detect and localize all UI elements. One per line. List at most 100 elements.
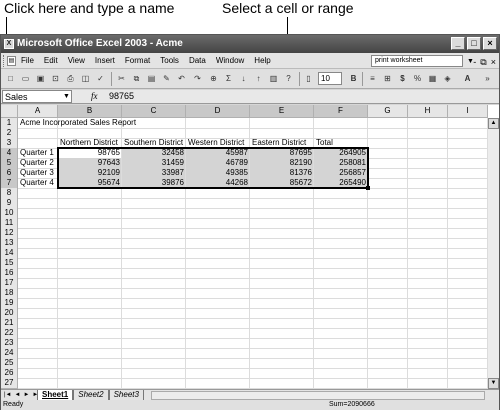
- menu-data[interactable]: Data: [189, 53, 206, 69]
- data-cell[interactable]: 39876: [122, 178, 186, 189]
- doc-close-button[interactable]: ×: [491, 54, 496, 70]
- font-color-icon[interactable]: A: [461, 72, 474, 85]
- sheet-tab-sheet2[interactable]: Sheet2: [73, 390, 109, 400]
- toolbar-separator: [299, 72, 300, 86]
- menu-window[interactable]: Window: [216, 53, 244, 69]
- column-header-d[interactable]: D: [186, 105, 250, 118]
- column-header-f[interactable]: F: [314, 105, 368, 118]
- next-sheet-icon[interactable]: ►: [23, 390, 29, 400]
- align-center-icon[interactable]: ≡: [366, 72, 379, 85]
- cell-e27[interactable]: [250, 378, 314, 389]
- menu-file[interactable]: File: [21, 53, 34, 69]
- menu-insert[interactable]: Insert: [95, 53, 115, 69]
- cell-b27[interactable]: [58, 378, 122, 389]
- copy-icon[interactable]: ⧉: [130, 72, 143, 85]
- permission-icon[interactable]: ⊡: [49, 72, 62, 85]
- doc-restore-button[interactable]: ⧉: [480, 54, 486, 70]
- cell-c27[interactable]: [122, 378, 186, 389]
- menu-view[interactable]: View: [68, 53, 85, 69]
- menu-edit[interactable]: Edit: [44, 53, 58, 69]
- column-header-c[interactable]: C: [122, 105, 186, 118]
- select-all-corner[interactable]: [1, 105, 18, 118]
- help-icon[interactable]: ?: [282, 72, 295, 85]
- maximize-button[interactable]: □: [467, 37, 481, 50]
- scroll-up-icon[interactable]: ▲: [488, 118, 499, 129]
- data-cell[interactable]: 95674: [58, 178, 122, 189]
- window-title: Microsoft Office Excel 2003 - Acme: [17, 38, 183, 49]
- merge-center-icon[interactable]: ⊞: [381, 72, 394, 85]
- doc-minimize-button[interactable]: -: [473, 54, 476, 70]
- menu-grip-handle[interactable]: [3, 55, 6, 67]
- vertical-scrollbar[interactable]: ▲ ▼: [487, 118, 499, 389]
- column-header-e[interactable]: E: [250, 105, 314, 118]
- row-label-cell[interactable]: Quarter 4: [18, 178, 58, 189]
- column-header-b[interactable]: B: [58, 105, 122, 118]
- status-sum: Sum=2090666: [329, 401, 375, 408]
- font-name-icon[interactable]: ▯: [302, 72, 315, 85]
- open-icon[interactable]: ▭: [19, 72, 32, 85]
- data-cell[interactable]: 85672: [250, 178, 314, 189]
- sort-ascending-icon[interactable]: ↓: [237, 72, 250, 85]
- toolbar-separator: [362, 72, 363, 86]
- format-painter-icon[interactable]: ✎: [160, 72, 173, 85]
- spelling-icon[interactable]: ✓: [94, 72, 107, 85]
- column-header-i[interactable]: I: [448, 105, 488, 118]
- sheet-tab-bar: |◄◄►►| Sheet1Sheet2Sheet3: [1, 389, 499, 400]
- save-icon[interactable]: ▣: [34, 72, 47, 85]
- print-preview-icon[interactable]: ◫: [79, 72, 92, 85]
- autosum-icon[interactable]: Σ: [222, 72, 235, 85]
- fill-handle[interactable]: [366, 186, 370, 190]
- scroll-down-icon[interactable]: ▼: [488, 378, 499, 389]
- font-size-select[interactable]: 10: [318, 72, 342, 85]
- redo-icon[interactable]: ↷: [191, 72, 204, 85]
- sheet-tabs: Sheet1 Sheet2 Sheet3: [37, 390, 144, 400]
- sort-descending-icon[interactable]: ↑: [252, 72, 265, 85]
- prev-sheet-icon[interactable]: ◄: [15, 390, 21, 400]
- borders-icon[interactable]: ▦: [426, 72, 439, 85]
- cell-f27[interactable]: [314, 378, 368, 389]
- data-cell[interactable]: 265490: [314, 178, 368, 189]
- undo-icon[interactable]: ↶: [175, 72, 188, 85]
- ask-question-box[interactable]: print worksheet: [371, 55, 463, 67]
- standard-toolbar: □ ▭ ▣ ⊡ ⎙ ◫ ✓ ✂ ⧉ ▤ ✎ ↶ ↷ ⊕ Σ ↓ ↑ ▥ ? ▯ …: [1, 69, 499, 89]
- data-cell[interactable]: 44268: [186, 178, 250, 189]
- hyperlink-icon[interactable]: ⊕: [207, 72, 220, 85]
- horizontal-scrollbar[interactable]: [151, 391, 485, 400]
- cut-icon[interactable]: ✂: [115, 72, 128, 85]
- chart-wizard-icon[interactable]: ▥: [267, 72, 280, 85]
- column-header-a[interactable]: A: [18, 105, 58, 118]
- bold-button[interactable]: B: [347, 72, 360, 85]
- percent-icon[interactable]: %: [411, 72, 424, 85]
- insert-function-icon[interactable]: fx: [91, 90, 98, 103]
- cell-h27[interactable]: [408, 378, 448, 389]
- print-icon[interactable]: ⎙: [64, 72, 77, 85]
- sheet-tab-sheet3[interactable]: Sheet3: [108, 390, 144, 400]
- excel-app-icon[interactable]: X: [4, 39, 14, 49]
- minimize-button[interactable]: _: [451, 37, 465, 50]
- fill-color-icon[interactable]: ◈: [441, 72, 454, 85]
- toolbar-options-icon[interactable]: »: [481, 72, 494, 85]
- cell-d27[interactable]: [186, 378, 250, 389]
- cell-g27[interactable]: [368, 378, 408, 389]
- column-header-g[interactable]: G: [368, 105, 408, 118]
- title-bar: X Microsoft Office Excel 2003 - Acme _ □…: [1, 35, 499, 53]
- sheet-title-cell[interactable]: Acme Incorporated Sales Report: [18, 118, 136, 129]
- first-sheet-icon[interactable]: |◄: [4, 390, 12, 400]
- sheet-tab-sheet1[interactable]: Sheet1: [37, 390, 74, 400]
- paste-icon[interactable]: ▤: [145, 72, 158, 85]
- name-box[interactable]: Sales: [2, 90, 72, 103]
- cell-i27[interactable]: [448, 378, 488, 389]
- close-button[interactable]: ×: [483, 37, 497, 50]
- workbook-icon[interactable]: ▤: [7, 56, 16, 66]
- worksheet-grid[interactable]: ▲ ▼ A B C D E F G H I 1 2 3 4 5 6 7 8 9 10 11 12 13 14 15 16 17 18…: [1, 105, 499, 389]
- column-header-h[interactable]: H: [408, 105, 448, 118]
- formula-input[interactable]: 98765: [109, 90, 134, 103]
- menu-help[interactable]: Help: [254, 53, 270, 69]
- row-header-27[interactable]: 27: [1, 378, 18, 389]
- cell-a27[interactable]: [18, 378, 58, 389]
- new-icon[interactable]: □: [4, 72, 17, 85]
- menu-format[interactable]: Format: [125, 53, 150, 69]
- currency-button[interactable]: $: [396, 72, 409, 85]
- menu-tools[interactable]: Tools: [160, 53, 179, 69]
- name-box-dropdown-icon[interactable]: ▼: [63, 90, 70, 103]
